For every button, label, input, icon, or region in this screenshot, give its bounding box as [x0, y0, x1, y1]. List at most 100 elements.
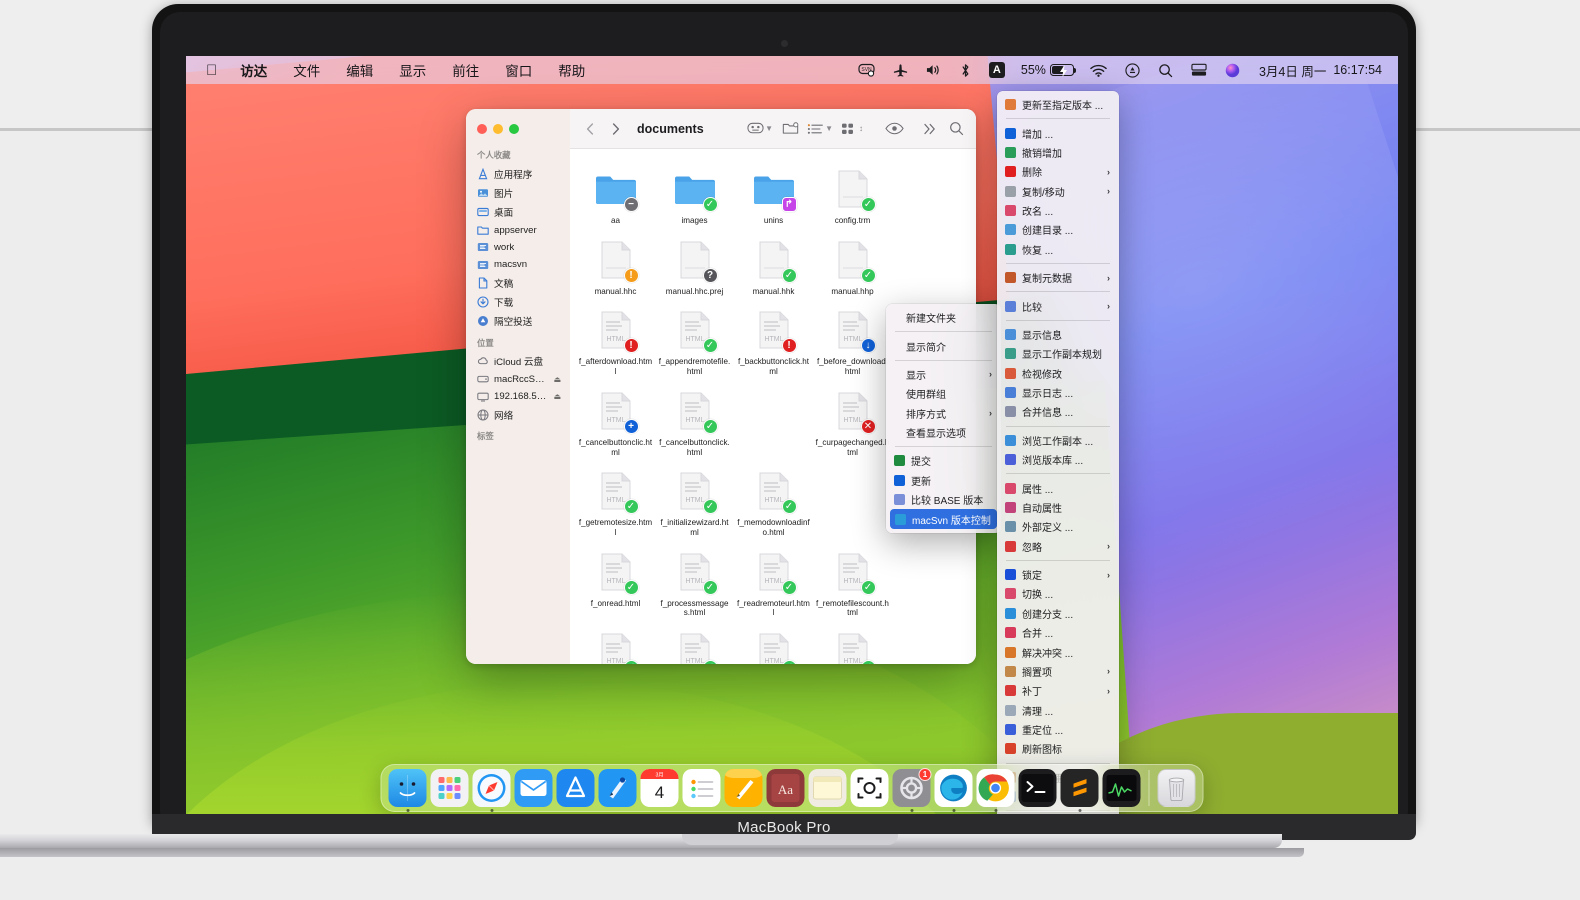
sidebar-item-[interactable]: 应用程序	[466, 164, 570, 183]
menu-item-复制移动[interactable]: 复制/移动›	[997, 182, 1119, 201]
new-folder-icon[interactable]	[779, 118, 801, 140]
menu-item-显示[interactable]: 显示›	[886, 365, 1001, 384]
menu-item-删除[interactable]: 删除›	[997, 162, 1119, 181]
apple-logo-icon[interactable]: 	[198, 59, 227, 81]
file-item[interactable]: HTML✓f_removeremotefile.html	[655, 626, 734, 664]
menu-item-更新[interactable]: 更新	[886, 471, 1001, 490]
file-item[interactable]: HTML+f_cancelbuttonclic.html	[576, 385, 655, 465]
sidebar-item-macsvn[interactable]: macsvn	[466, 256, 570, 273]
dock-item-mail[interactable]	[515, 769, 553, 807]
finder-toolbar[interactable]: documents ▼ ▼	[570, 109, 976, 149]
file-item[interactable]: ?manual.hhc.prej	[655, 234, 734, 305]
dock-item-reminders[interactable]	[683, 769, 721, 807]
menu-item-刷新图标[interactable]: 刷新图标	[997, 739, 1119, 758]
group-view-button[interactable]: ▼	[745, 121, 775, 136]
dock-item-stickies[interactable]	[809, 769, 847, 807]
sidebar-item-[interactable]: 图片	[466, 183, 570, 202]
menu-item-显示日志[interactable]: 显示日志 ...	[997, 383, 1119, 402]
dock-item-system-settings[interactable]: 1	[893, 769, 931, 807]
dock-item-app-store[interactable]	[557, 769, 595, 807]
input-method-icon[interactable]: A	[980, 59, 1014, 81]
eject-icon[interactable]: ⏏	[553, 392, 561, 401]
menu-item-edit[interactable]: 编辑	[333, 59, 386, 81]
sidebar-item-work[interactable]: work	[466, 239, 570, 256]
file-item[interactable]: HTML✕f_curpagechanged.html	[813, 385, 892, 465]
menu-bar-time[interactable]: 16:17:54	[1333, 63, 1386, 77]
file-item[interactable]: ✓manual.hhk	[734, 234, 813, 305]
dock-item-sublime[interactable]	[1061, 769, 1099, 807]
list-view-button[interactable]: ▼	[805, 122, 835, 136]
dock-item-trash[interactable]	[1158, 769, 1196, 807]
file-item[interactable]: HTML✓f_onread.html	[576, 546, 655, 626]
file-item[interactable]: HTML✓f_readremoteurl.html	[734, 546, 813, 626]
wifi-icon[interactable]	[1081, 59, 1116, 81]
file-item[interactable]: HTML✓f_processmessages.html	[655, 546, 734, 626]
menu-item-更新至指定版本[interactable]: 更新至指定版本 ...	[997, 95, 1119, 114]
dock-item-notes[interactable]	[725, 769, 763, 807]
menu-item-外部定义[interactable]: 外部定义 ...	[997, 517, 1119, 536]
sidebar-item-appserver[interactable]: appserver	[466, 222, 570, 239]
volume-icon[interactable]	[917, 59, 951, 81]
menu-item-macSvn版本控制[interactable]: macSvn 版本控制›	[890, 509, 997, 528]
menu-item-复制元数据[interactable]: 复制元数据›	[997, 268, 1119, 287]
file-item[interactable]: HTML!f_backbuttonclick.html	[734, 304, 813, 384]
menu-item-改名[interactable]: 改名 ...	[997, 201, 1119, 220]
menu-item-显示信息[interactable]: 显示信息	[997, 325, 1119, 344]
menu-item-比较BASE版本[interactable]: 比较 BASE 版本	[886, 490, 1001, 509]
siri-icon[interactable]	[1216, 59, 1249, 81]
sidebar-item-[interactable]: 文稿	[466, 273, 570, 292]
eject-icon[interactable]: ⏏	[553, 375, 561, 384]
dock[interactable]: 3月4Aa1	[381, 764, 1204, 812]
back-button[interactable]	[579, 118, 601, 140]
dock-item-edge[interactable]	[935, 769, 973, 807]
window-controls[interactable]	[466, 115, 570, 143]
file-item[interactable]: HTML✓f_initializewizard.html	[655, 465, 734, 545]
menu-item-查看显示选项[interactable]: 查看显示选项	[886, 423, 1001, 442]
eye-quicklook-icon[interactable]	[883, 118, 905, 140]
file-item[interactable]: HTML✓f_removeallremotefiles.html	[576, 626, 655, 664]
dock-item-activity-monitor[interactable]	[1103, 769, 1141, 807]
menu-item-新建文件夹[interactable]: 新建文件夹	[886, 308, 1001, 327]
svn-status-icon[interactable]: SVN	[849, 59, 884, 81]
file-item[interactable]: −aa	[576, 163, 655, 234]
menu-item-window[interactable]: 窗口	[492, 59, 545, 81]
menu-item-锁定[interactable]: 锁定›	[997, 565, 1119, 584]
forward-button[interactable]	[605, 118, 627, 140]
sidebar-item-[interactable]: 网络	[466, 405, 570, 424]
dock-item-calendar[interactable]: 3月4	[641, 769, 679, 807]
airplane-mode-icon[interactable]	[884, 59, 917, 81]
menu-bar[interactable]:  访达 文件 编辑 显示 前往 窗口 帮助 SVN	[186, 56, 1398, 84]
menu-item-file[interactable]: 文件	[280, 59, 333, 81]
file-item[interactable]: HTML↓f_before_download.html	[813, 304, 892, 384]
dock-item-terminal[interactable]	[1019, 769, 1057, 807]
menu-item-清理[interactable]: 清理 ...	[997, 701, 1119, 720]
file-item[interactable]: HTML✓f_appendremotefile.html	[655, 304, 734, 384]
file-item[interactable]: HTML!f_afterdownload.html	[576, 304, 655, 384]
menu-item-浏览工作副本[interactable]: 浏览工作副本 ...	[997, 431, 1119, 450]
menu-item-创建分支[interactable]: 创建分支 ...	[997, 604, 1119, 623]
dock-item-xcode[interactable]	[599, 769, 637, 807]
finder-sidebar[interactable]: 个人收藏应用程序图片桌面appserverworkmacsvn文稿下载隔空投送位…	[466, 109, 570, 664]
sidebar-item-[interactable]: 下载	[466, 292, 570, 311]
sidebar-item-[interactable]: 隔空投送	[466, 312, 570, 331]
search-icon[interactable]	[945, 118, 967, 140]
menu-item-浏览版本库[interactable]: 浏览版本库 ...	[997, 450, 1119, 469]
display-mirroring-icon[interactable]	[1182, 59, 1216, 81]
menu-item-合并信息[interactable]: 合并信息 ...	[997, 402, 1119, 421]
battery-status[interactable]: 55%	[1014, 63, 1081, 77]
menu-item-重定位[interactable]: 重定位 ...	[997, 720, 1119, 739]
minimize-button[interactable]	[493, 124, 503, 134]
dock-item-screenshot[interactable]	[851, 769, 889, 807]
more-chevrons-icon[interactable]	[919, 118, 941, 140]
menu-item-补丁[interactable]: 补丁›	[997, 681, 1119, 700]
dock-item-chrome[interactable]	[977, 769, 1015, 807]
menu-item-搁置项[interactable]: 搁置项›	[997, 662, 1119, 681]
menu-item-解决冲突[interactable]: 解决冲突 ...	[997, 642, 1119, 661]
menu-item-finder[interactable]: 访达	[227, 59, 280, 81]
menu-bar-date[interactable]: 3月4日 周一	[1249, 61, 1333, 80]
dock-item-safari[interactable]	[473, 769, 511, 807]
file-item[interactable]: HTML✓f_memodownloadinfo.html	[734, 465, 813, 545]
menu-item-view[interactable]: 显示	[386, 59, 439, 81]
file-item[interactable]: HTML✓f_resetremotefile.html	[813, 626, 892, 664]
menu-item-忽略[interactable]: 忽略›	[997, 537, 1119, 556]
